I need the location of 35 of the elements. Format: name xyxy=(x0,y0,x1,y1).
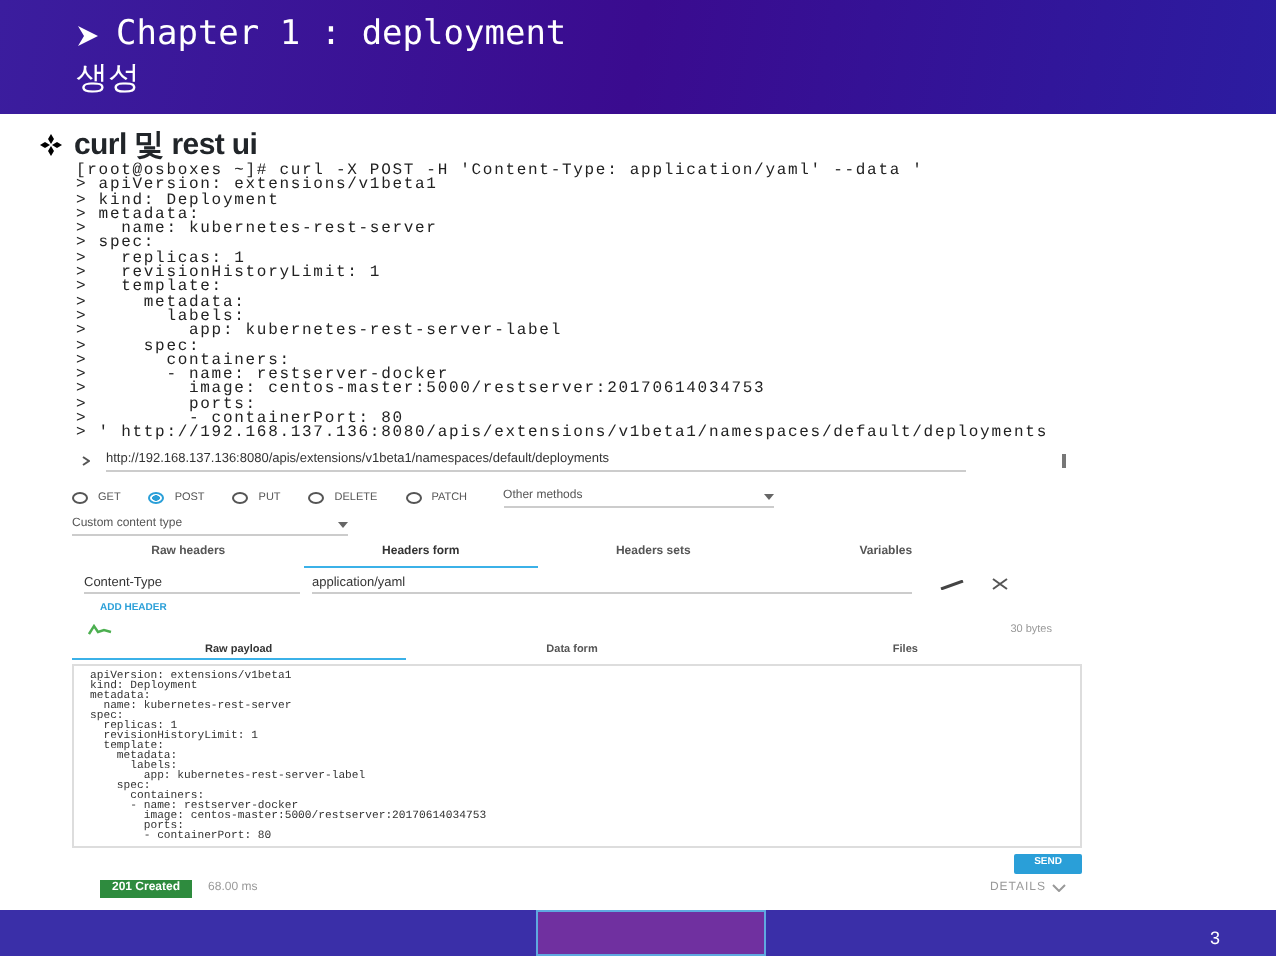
caret-icon xyxy=(338,521,348,528)
caret-icon xyxy=(763,493,774,500)
slide-title: Chapter 1 : deployment xyxy=(116,12,567,58)
terminal-line: > metadata: xyxy=(76,295,248,310)
terminal-line: > app: kubernetes-rest-server-label xyxy=(76,324,564,340)
terminal-line: > labels: xyxy=(76,309,247,325)
terminal-line: > name: kubernetes-rest-server xyxy=(76,222,440,237)
terminal-line: > revisionHistoryLimit: 1 xyxy=(76,266,384,281)
terminal-line: > apiVersion: extensions/v1beta1 xyxy=(76,178,440,194)
close-icon[interactable] xyxy=(992,578,1008,591)
slide-title: 생성 xyxy=(76,58,142,98)
terminal-line: > containers: xyxy=(76,353,291,369)
terminal-line: [root@osboxes ~]# curl -X POST -H 'Content-Type: application/yaml' --data ' xyxy=(76,164,926,179)
radio-button[interactable] xyxy=(232,491,249,504)
terminal-line: > replicas: 1 xyxy=(76,251,246,267)
bullet-heading: curl 및 rest ui xyxy=(74,129,258,161)
terminal-line: > metadata: xyxy=(76,207,201,223)
terminal-line: > template: xyxy=(76,280,223,296)
radio-button[interactable] xyxy=(405,491,422,504)
radio-button[interactable] xyxy=(72,491,88,504)
terminal-line: > spec: xyxy=(76,339,201,354)
wave-icon xyxy=(88,623,112,636)
terminal-line: > ' http://192.168.137.136:8080/apis/extensions/v1beta1/namespaces/default/deployments xyxy=(76,426,1050,442)
terminal-line: > image: centos-master:5000/restserver:20170614034753 xyxy=(76,382,768,398)
page-number: 3 xyxy=(1209,926,1222,952)
terminal-line: > ports: xyxy=(76,397,257,413)
diamond-bullet-icon xyxy=(40,134,62,156)
radio-button[interactable] xyxy=(308,491,325,504)
terminal-line: > spec: xyxy=(76,236,156,252)
terminal-line: > kind: Deployment xyxy=(76,193,282,208)
radio-button[interactable] xyxy=(148,491,165,504)
chevron-down-icon[interactable] xyxy=(1052,884,1066,893)
chevron-icon[interactable] xyxy=(82,456,90,467)
arrowhead-icon xyxy=(76,23,100,47)
terminal-line: > - name: restserver-docker xyxy=(76,368,449,383)
